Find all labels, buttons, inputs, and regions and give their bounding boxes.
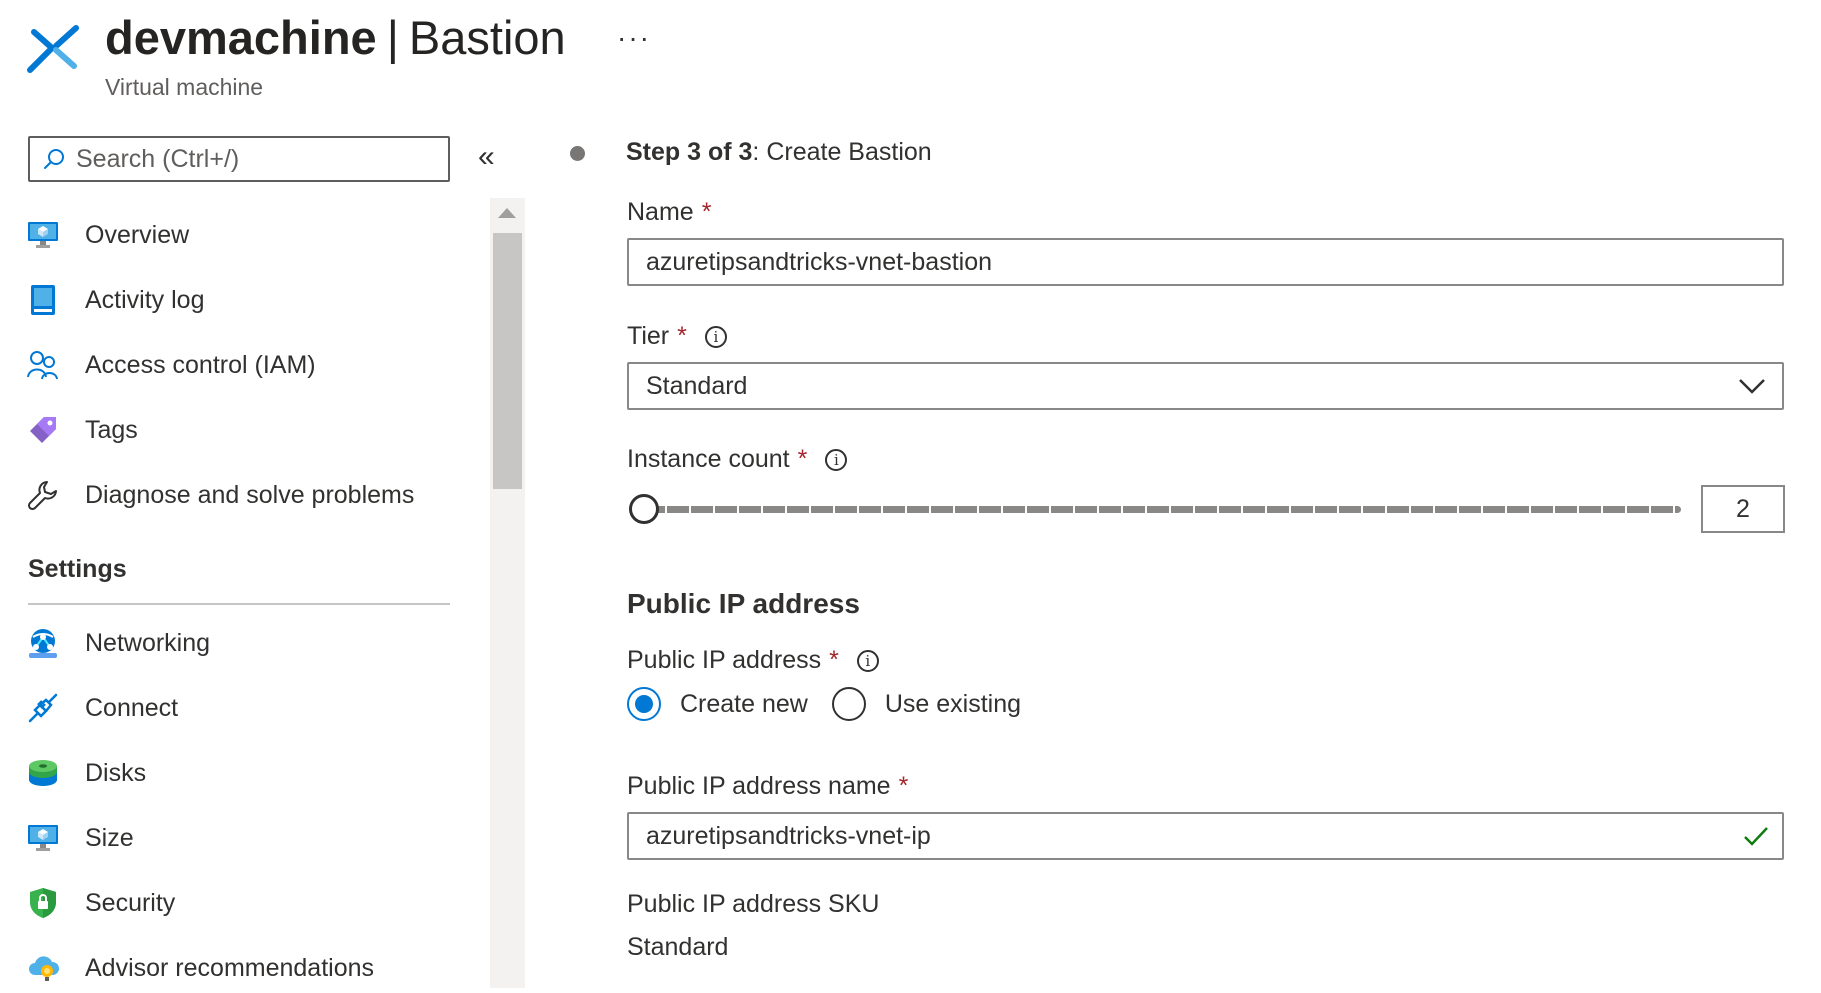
ip-name-field-value: azuretipsandtricks-vnet-ip <box>646 821 931 850</box>
search-icon <box>44 149 64 169</box>
search-input[interactable] <box>76 144 416 174</box>
radio-label: Use existing <box>884 689 1022 718</box>
blade-title: Bastion <box>408 11 566 64</box>
sidebar-item-label: Size <box>85 823 134 852</box>
public-ip-radio-group: Create new Use existing <box>627 687 1021 721</box>
required-asterisk: * <box>898 772 909 800</box>
instance-count-label-text: Instance count <box>627 445 790 473</box>
resource-name: devmachine <box>105 11 377 64</box>
public-ip-label-text: Public IP address <box>627 646 822 674</box>
sidebar-item-label: Disks <box>85 758 147 787</box>
sidebar-item-label: Access control (IAM) <box>85 350 316 379</box>
required-asterisk: * <box>797 445 808 473</box>
public-ip-label: Public IP address * i <box>627 646 879 675</box>
chevron-down-icon <box>1739 379 1765 394</box>
wrench-icon <box>26 478 60 512</box>
public-ip-section-heading: Public IP address <box>627 588 860 619</box>
name-field-value: azuretipsandtricks-vnet-bastion <box>646 247 992 276</box>
collapse-sidebar-button[interactable]: « <box>478 140 495 174</box>
sidebar-item-security[interactable]: Security <box>26 878 175 928</box>
sidebar-item-activity-log[interactable]: Activity log <box>26 275 204 325</box>
instance-count-input[interactable]: 2 <box>1701 485 1785 533</box>
step-title: Step 3 of 3: Create Bastion <box>626 138 932 167</box>
advisor-cloud-icon <box>26 951 60 985</box>
azure-bastion-logo-icon <box>26 20 80 74</box>
ip-sku-label: Public IP address SKU <box>627 890 880 918</box>
ip-name-label-text: Public IP address name <box>627 772 891 800</box>
required-asterisk: * <box>701 198 712 226</box>
page-title: devmachine | Bastion <box>105 10 566 65</box>
radio-unselected-circle[interactable] <box>831 687 866 721</box>
radio-use-existing[interactable]: Use existing <box>831 687 1022 721</box>
tier-label: Tier * i <box>627 322 727 351</box>
required-asterisk: * <box>677 322 687 350</box>
slider-track-ticks <box>643 506 1681 513</box>
sidebar-item-label: Overview <box>85 220 190 249</box>
checkmark-icon <box>1744 827 1768 846</box>
tier-dropdown[interactable]: Standard <box>627 362 1784 410</box>
sidebar-item-connect[interactable]: Connect <box>26 683 178 733</box>
scrollbar-thumb[interactable] <box>493 233 522 489</box>
sidebar-item-diagnose[interactable]: Diagnose and solve problems <box>26 470 414 520</box>
step-description: : Create Bastion <box>752 138 932 166</box>
sidebar-item-overview[interactable]: Overview <box>26 210 189 260</box>
slider-thumb[interactable] <box>629 494 659 524</box>
plug-icon <box>26 691 60 725</box>
tag-icon <box>26 413 60 447</box>
sidebar-item-advisor[interactable]: Advisor recommendations <box>26 943 374 993</box>
ip-name-field[interactable]: azuretipsandtricks-vnet-ip <box>627 812 1784 860</box>
sidebar-item-label: Tags <box>85 415 138 444</box>
tier-label-text: Tier <box>627 322 670 350</box>
sidebar-scrollbar[interactable] <box>490 198 525 988</box>
sidebar-item-label: Connect <box>85 693 179 722</box>
name-label-text: Name <box>627 198 694 226</box>
instance-count-slider[interactable] <box>629 493 1681 525</box>
resource-type: Virtual machine <box>105 74 264 100</box>
radio-selected-circle[interactable] <box>627 687 661 721</box>
required-asterisk: * <box>829 646 839 674</box>
title-separator: | <box>386 11 399 64</box>
people-icon <box>26 348 60 382</box>
name-label: Name * <box>627 198 711 227</box>
monitor-icon <box>26 821 60 855</box>
sidebar-item-label: Security <box>85 888 176 917</box>
radio-create-new[interactable]: Create new <box>627 687 808 721</box>
more-options-button[interactable]: ··· <box>617 22 651 54</box>
activity-log-icon <box>26 283 60 317</box>
info-icon[interactable]: i <box>704 325 727 348</box>
sidebar-item-size[interactable]: Size <box>26 813 134 863</box>
sidebar-item-label: Advisor recommendations <box>85 953 375 982</box>
info-icon[interactable]: i <box>825 448 848 471</box>
sidebar-item-label: Networking <box>85 628 211 657</box>
name-field[interactable]: azuretipsandtricks-vnet-bastion <box>627 238 1784 286</box>
info-icon[interactable]: i <box>856 649 879 672</box>
step-indicator-dot <box>570 146 585 161</box>
sidebar-item-access-control[interactable]: Access control (IAM) <box>26 340 316 390</box>
disks-icon <box>26 756 60 790</box>
instance-count-label: Instance count * i <box>627 445 848 474</box>
sidebar-item-label: Activity log <box>85 285 205 314</box>
step-number: Step 3 of 3 <box>626 138 753 166</box>
monitor-icon <box>26 218 60 252</box>
sidebar-item-disks[interactable]: Disks <box>26 748 146 798</box>
search-box[interactable] <box>28 136 450 182</box>
ip-sku-value: Standard <box>627 933 729 961</box>
radio-label: Create new <box>680 689 808 718</box>
tier-selected-value: Standard <box>646 371 748 400</box>
settings-heading: Settings <box>28 555 127 583</box>
shield-icon <box>26 886 60 920</box>
scroll-up-arrow-icon[interactable] <box>498 208 516 218</box>
ip-name-label: Public IP address name * <box>627 772 908 801</box>
settings-divider <box>28 603 450 605</box>
globe-network-icon <box>26 626 60 660</box>
sidebar-item-networking[interactable]: Networking <box>26 618 210 668</box>
sidebar-item-tags[interactable]: Tags <box>26 405 138 455</box>
sidebar-item-label: Diagnose and solve problems <box>85 480 415 509</box>
